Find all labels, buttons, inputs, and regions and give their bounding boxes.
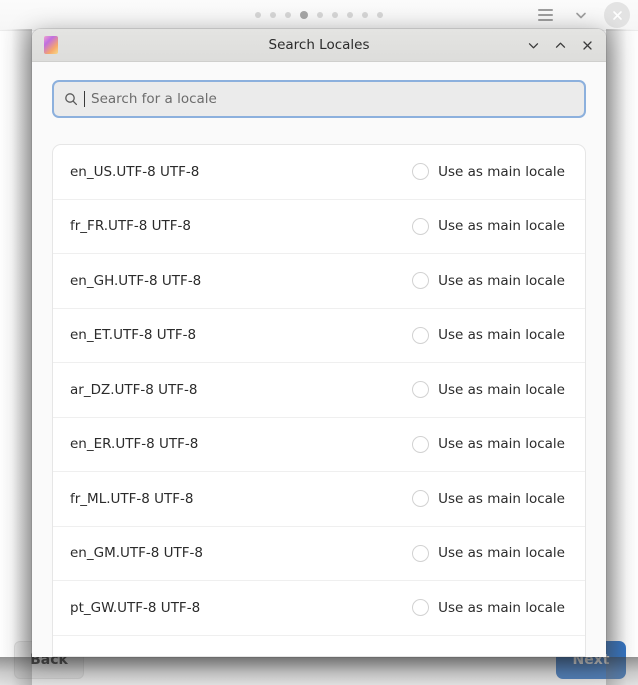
locale-row[interactable]: en_ET.UTF-8 UTF-8 Use as main locale [53, 309, 585, 364]
step-dot-7 [347, 12, 353, 18]
main-locale-radio-label: Use as main locale [438, 218, 565, 234]
dialog-titlebar[interactable]: Search Locales [32, 29, 606, 62]
main-locale-radio-label: Use as main locale [438, 436, 565, 452]
locale-row[interactable]: en_GM.UTF-8 UTF-8 Use as main locale [53, 527, 585, 582]
close-x-icon[interactable] [578, 36, 596, 54]
locale-name: fr_ML.UTF-8 UTF-8 [70, 491, 194, 507]
step-dot-2 [270, 12, 276, 18]
use-as-main-locale-option[interactable]: Use as main locale [412, 381, 565, 398]
main-locale-radio-label: Use as main locale [438, 382, 565, 398]
locale-name: en_ER.UTF-8 UTF-8 [70, 436, 198, 452]
main-locale-radio[interactable] [412, 599, 429, 616]
main-locale-radio[interactable] [412, 381, 429, 398]
main-locale-radio-label: Use as main locale [438, 491, 565, 507]
main-locale-radio-label: Use as main locale [438, 273, 565, 289]
main-locale-radio-label: Use as main locale [438, 545, 565, 561]
locale-row[interactable]: en_ER.UTF-8 UTF-8 Use as main locale [53, 418, 585, 473]
main-locale-radio[interactable] [412, 218, 429, 235]
search-icon [64, 92, 78, 106]
maximize-chevron-up-icon[interactable] [551, 36, 569, 54]
use-as-main-locale-option[interactable]: Use as main locale [412, 163, 565, 180]
hamburger-menu-icon[interactable] [532, 2, 558, 28]
step-dot-9 [377, 12, 383, 18]
locale-name: ar_DZ.UTF-8 UTF-8 [70, 382, 198, 398]
main-locale-radio[interactable] [412, 272, 429, 289]
search-locales-dialog: Search Locales Search for a locale en_US… [32, 29, 606, 657]
close-circle-icon[interactable] [604, 2, 630, 28]
step-dot-5 [317, 12, 323, 18]
locale-row[interactable]: fr_FR.UTF-8 UTF-8 Use as main locale [53, 200, 585, 255]
step-dot-8 [362, 12, 368, 18]
main-locale-radio-label: Use as main locale [438, 164, 565, 180]
locale-name: fr_FR.UTF-8 UTF-8 [70, 218, 191, 234]
locale-row[interactable]: fr_ML.UTF-8 UTF-8 Use as main locale [53, 472, 585, 527]
step-dot-6 [332, 12, 338, 18]
locale-row[interactable]: pt_GW.UTF-8 UTF-8 Use as main locale [53, 581, 585, 636]
chevron-down-icon[interactable] [568, 2, 594, 28]
locale-row[interactable]: ar_DZ.UTF-8 UTF-8 Use as main locale [53, 363, 585, 418]
use-as-main-locale-option[interactable]: Use as main locale [412, 545, 565, 562]
use-as-main-locale-option[interactable]: Use as main locale [412, 599, 565, 616]
step-dot-3 [285, 12, 291, 18]
main-locale-radio-label: Use as main locale [438, 600, 565, 616]
main-locale-radio[interactable] [412, 436, 429, 453]
locale-row[interactable]: en_US.UTF-8 UTF-8 Use as main locale [53, 145, 585, 200]
main-locale-radio[interactable] [412, 327, 429, 344]
main-locale-radio[interactable] [412, 545, 429, 562]
use-as-main-locale-option[interactable]: Use as main locale [412, 490, 565, 507]
use-as-main-locale-option[interactable]: Use as main locale [412, 436, 565, 453]
main-locale-radio[interactable] [412, 490, 429, 507]
locale-name: en_ET.UTF-8 UTF-8 [70, 327, 196, 343]
step-dot-4 [300, 11, 308, 19]
locale-name: en_GH.UTF-8 UTF-8 [70, 273, 201, 289]
dialog-title: Search Locales [32, 37, 606, 53]
step-dot-1 [255, 12, 261, 18]
locale-name: en_GM.UTF-8 UTF-8 [70, 545, 203, 561]
dialog-window-controls [524, 36, 600, 54]
use-as-main-locale-option[interactable]: Use as main locale [412, 272, 565, 289]
locale-list[interactable]: en_US.UTF-8 UTF-8Use as main localefr_FR… [52, 144, 586, 657]
installer-header [0, 0, 638, 31]
locale-name: en_US.UTF-8 UTF-8 [70, 164, 199, 180]
app-gradient-icon [44, 36, 58, 54]
use-as-main-locale-option[interactable]: Use as main locale [412, 218, 565, 235]
search-input-placeholder: Search for a locale [91, 91, 217, 107]
search-input[interactable]: Search for a locale [52, 80, 586, 118]
locale-name: pt_GW.UTF-8 UTF-8 [70, 600, 200, 616]
locale-row[interactable]: en_GH.UTF-8 UTF-8 Use as main locale [53, 254, 585, 309]
minimize-chevron-down-icon[interactable] [524, 36, 542, 54]
text-caret [84, 91, 85, 107]
installer-header-actions [532, 0, 630, 30]
main-locale-radio[interactable] [412, 163, 429, 180]
dialog-body: Search for a locale en_US.UTF-8 UTF-8 Use… [32, 62, 606, 657]
step-progress-dots [255, 11, 383, 19]
use-as-main-locale-option[interactable]: Use as main locale [412, 327, 565, 344]
main-locale-radio-label: Use as main locale [438, 327, 565, 343]
